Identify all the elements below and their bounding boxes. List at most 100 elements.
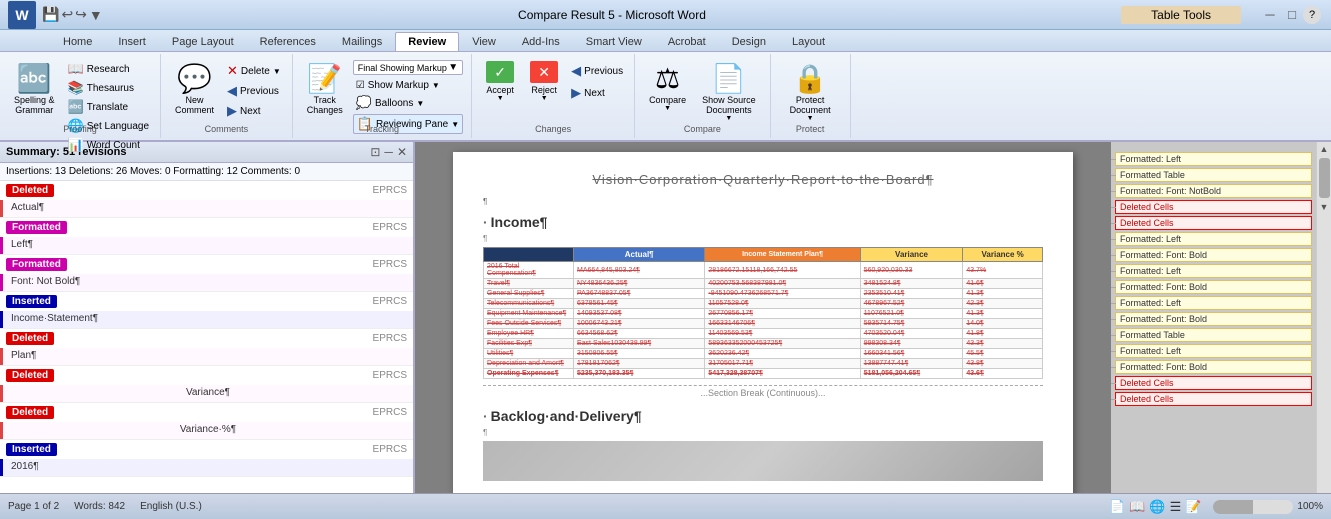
revision-eprcs: EPRCS [373,259,407,270]
view-outline-button[interactable]: ☰ [1170,499,1182,515]
language-label: English (U.S.) [140,501,202,512]
revision-content: Plan¶ [0,348,413,365]
more-icon[interactable]: ▼ [89,7,103,23]
previous-comment-button[interactable]: ◀ Previous [224,82,284,100]
delete-comment-button[interactable]: ✕ Delete▼ [224,62,284,80]
next-comment-button[interactable]: ▶ Next [224,102,284,120]
revision-content: Actual¶ [0,200,413,217]
tab-layout[interactable]: Layout [779,32,838,51]
fmt-item-deleted-cells-1: Deleted Cells [1115,200,1312,214]
save-icon[interactable]: 💾 [42,6,59,23]
revision-pane-minimize[interactable]: ─ [384,145,393,159]
revision-eprcs: EPRCS [373,296,407,307]
protect-document-button[interactable]: 🔒 ProtectDocument ▼ [784,58,837,126]
revision-pane-close[interactable]: ✕ [397,145,407,159]
redo-icon[interactable]: ↪ [75,6,87,23]
previous-change-button[interactable]: ◀ Previous [568,62,626,80]
revision-item-header: Deleted EPRCS [0,329,413,348]
fmt-item-font-bold-4: Formatted: Font: Bold [1115,360,1312,374]
backlog-heading: ·Backlog·and·Delivery¶ [483,408,1043,424]
revision-content: Font: Not Bold¶ [0,274,413,291]
spelling-grammar-button[interactable]: 🔤 Spelling &Grammar [8,58,61,119]
tab-smart-view[interactable]: Smart View [573,32,655,51]
col-header-variance-pct: Variance % [963,248,1043,262]
scroll-thumb[interactable] [1319,158,1330,198]
maximize-button[interactable]: □ [1283,6,1301,24]
revision-item: Inserted EPRCS Income·Statement¶ [0,292,413,329]
view-normal-button[interactable]: 📄 [1109,499,1125,515]
word-count-icon: 📊 [68,137,84,153]
balloons-button[interactable]: 💭 Balloons ▼ [353,94,463,112]
tab-references[interactable]: References [247,32,329,51]
tab-page-layout[interactable]: Page Layout [159,32,247,51]
revision-content: Variance·%¶ [0,422,413,439]
next-comment-icon: ▶ [227,103,237,119]
reject-button[interactable]: ✕ Reject ▼ [524,58,564,105]
connector-line [1111,287,1116,288]
revision-summary: Insertions: 13 Deletions: 26 Moves: 0 Fo… [0,163,413,181]
fmt-item-deleted-cells-4: Deleted Cells [1115,392,1312,406]
view-reading-button[interactable]: 📖 [1129,499,1145,515]
tab-acrobat[interactable]: Acrobat [655,32,719,51]
accept-button[interactable]: ✓ Accept ▼ [480,58,520,105]
quick-access-toolbar: 💾 ↩ ↪ ▼ [42,6,103,23]
next-change-button[interactable]: ▶ Next [568,84,626,102]
revision-eprcs: EPRCS [373,444,407,455]
connector-line [1111,335,1116,336]
connector-line [1111,367,1116,368]
doc-title: Vision·Corporation·Quarterly·Report·to·t… [483,172,1043,187]
connector-line [1111,351,1116,352]
fmt-item-formatted-table-1: Formatted Table [1115,168,1312,182]
view-web-button[interactable]: 🌐 [1149,499,1165,515]
revision-badge-deleted: Deleted [6,369,54,382]
scroll-down-arrow[interactable]: ▼ [1318,200,1331,214]
tab-insert[interactable]: Insert [105,32,159,51]
comments-label: Comments [161,124,292,134]
tab-view[interactable]: View [459,32,509,51]
revision-badge-formatted: Formatted [6,221,67,234]
tab-mailings[interactable]: Mailings [329,32,395,51]
revision-item-header: Deleted EPRCS [0,366,413,385]
document-area: Vision·Corporation·Quarterly·Report·to·t… [415,142,1111,493]
final-showing-markup-dropdown[interactable]: Final Showing Markup ▼ [353,60,463,75]
tab-design[interactable]: Design [719,32,779,51]
connector-line [1111,159,1116,160]
language-status: English (U.S.) [140,501,202,512]
connector-line [1111,223,1116,224]
scroll-up-arrow[interactable]: ▲ [1318,142,1331,156]
compare-button[interactable]: ⚖ Compare ▼ [643,58,692,116]
show-markup-button[interactable]: ☑ Show Markup ▼ [353,79,463,92]
show-source-docs-button[interactable]: 📄 Show SourceDocuments ▼ [696,58,762,126]
tab-review[interactable]: Review [395,32,459,51]
ribbon-group-protect: 🔒 ProtectDocument ▼ Protect [771,54,851,138]
vertical-scrollbar[interactable]: ▲ ▼ [1316,142,1331,493]
tab-add-ins[interactable]: Add-Ins [509,32,573,51]
revision-badge-inserted: Inserted [6,443,57,456]
revision-pane-controls: ⊡ ─ ✕ [370,145,407,159]
minimize-button[interactable]: ─ [1261,6,1279,24]
revision-content: Variance¶ [0,385,413,402]
track-changes-button[interactable]: 📝 TrackChanges [301,58,349,119]
translate-button[interactable]: 🔤 Translate [65,98,152,116]
zoom-slider[interactable] [1213,500,1293,514]
word-count-button[interactable]: 📊 Word Count [65,136,152,154]
thesaurus-button[interactable]: 📚 Thesaurus [65,79,152,97]
new-comment-button[interactable]: 💬 NewComment [169,58,220,119]
col-header-actual: Actual¶ [574,248,705,262]
view-draft-button[interactable]: 📝 [1185,499,1201,515]
main-area: Summary: 51 revisions ⊡ ─ ✕ Insertions: … [0,142,1331,493]
word-icon: W [8,1,36,29]
undo-icon[interactable]: ↩ [61,6,73,23]
help-button[interactable]: ? [1303,6,1321,24]
fmt-item-font-notbold: Formatted: Font: NotBold [1115,184,1312,198]
backlog-image [483,441,1043,481]
research-button[interactable]: 📖 Research [65,60,152,78]
table-row: Operating Expenses¶ 5235,370,183.35¶ 541… [484,369,1043,379]
revision-eprcs: EPRCS [373,222,407,233]
revision-pane-icon1[interactable]: ⊡ [370,145,380,159]
income-heading: ·Income¶ [483,214,1043,230]
compare-label: Compare [635,124,770,134]
tab-home[interactable]: Home [50,32,105,51]
revision-item: Formatted EPRCS Font: Not Bold¶ [0,255,413,292]
revision-item-header: Formatted EPRCS [0,255,413,274]
